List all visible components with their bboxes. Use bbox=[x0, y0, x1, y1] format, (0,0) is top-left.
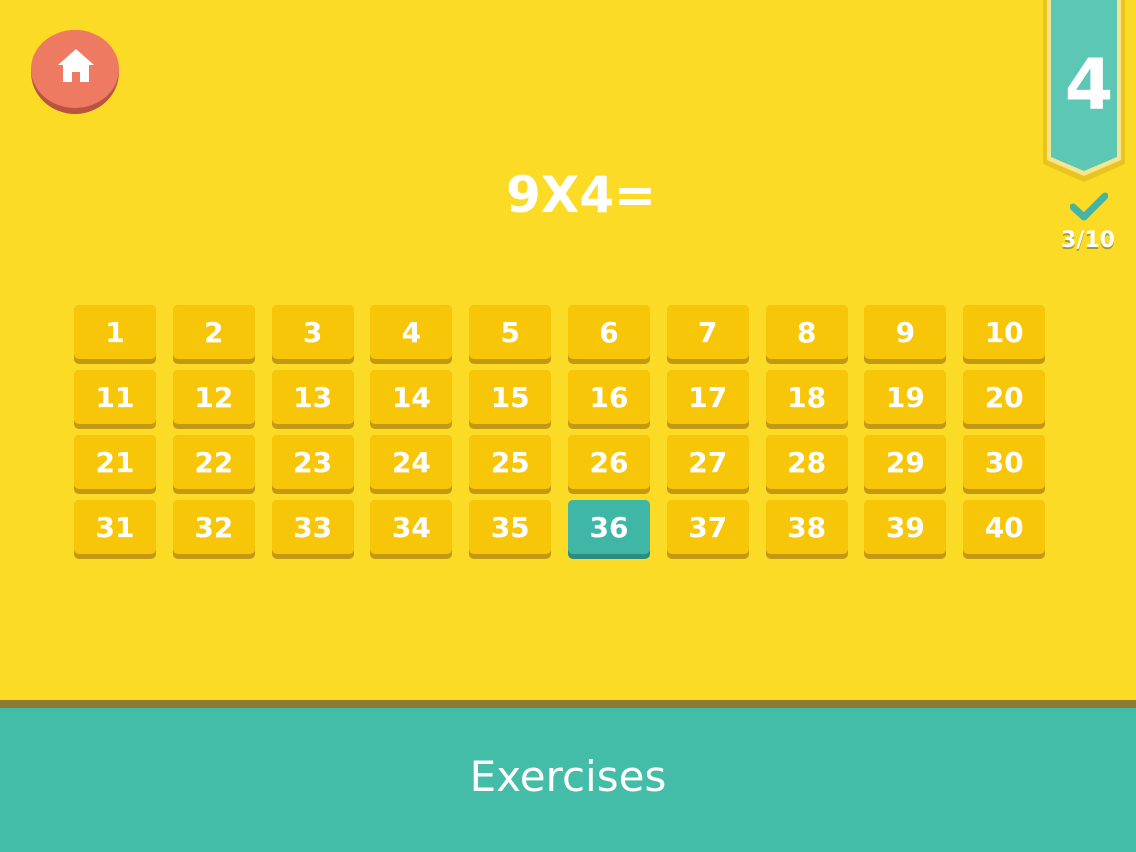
answer-tile-label: 18 bbox=[765, 370, 848, 424]
answer-tile[interactable]: 25 bbox=[469, 435, 552, 494]
answer-tile-label: 23 bbox=[271, 435, 354, 489]
answer-tile-label: 21 bbox=[74, 435, 156, 489]
answer-tile-label: 3 bbox=[271, 305, 354, 359]
answer-tile[interactable]: 36 bbox=[567, 500, 650, 559]
home-icon bbox=[58, 49, 94, 82]
answer-tile[interactable]: 7 bbox=[666, 305, 749, 364]
answer-tile-label: 1 bbox=[74, 305, 156, 359]
answer-tile-label: 14 bbox=[370, 370, 453, 424]
answer-tile-label: 17 bbox=[666, 370, 749, 424]
answer-tile-label: 38 bbox=[765, 500, 848, 554]
answer-tile[interactable]: 11 bbox=[74, 370, 156, 429]
answer-tile-label: 10 bbox=[963, 305, 1046, 359]
answer-tile[interactable]: 8 bbox=[765, 305, 848, 364]
answer-tile-label: 39 bbox=[864, 500, 947, 554]
level-number: 4 bbox=[1064, 44, 1114, 126]
answer-tile-label: 11 bbox=[74, 370, 156, 424]
answer-tile[interactable]: 6 bbox=[567, 305, 650, 364]
answer-tile-label: 19 bbox=[864, 370, 947, 424]
question-text: 9X4= bbox=[505, 166, 657, 224]
answer-tile[interactable]: 21 bbox=[74, 435, 156, 494]
answer-tile-label: 40 bbox=[963, 500, 1046, 554]
answer-tile-label: 31 bbox=[74, 500, 156, 554]
footer-bar: Exercises bbox=[0, 708, 1136, 852]
answer-tile-label: 36 bbox=[567, 500, 650, 554]
answer-tile[interactable]: 40 bbox=[963, 500, 1046, 559]
answer-tile-label: 29 bbox=[864, 435, 947, 489]
home-button[interactable] bbox=[31, 30, 119, 114]
answer-tile[interactable]: 4 bbox=[370, 305, 453, 364]
answer-tile-label: 4 bbox=[370, 305, 453, 359]
answer-tile-label: 15 bbox=[469, 370, 552, 424]
answer-tile[interactable]: 3 bbox=[271, 305, 354, 364]
answer-tile[interactable]: 32 bbox=[172, 500, 255, 559]
answer-tile[interactable]: 38 bbox=[765, 500, 848, 559]
answer-tile-label: 6 bbox=[567, 305, 650, 359]
answer-tile-label: 26 bbox=[567, 435, 650, 489]
answer-tile[interactable]: 27 bbox=[666, 435, 749, 494]
answer-tile[interactable]: 1 bbox=[74, 305, 156, 364]
answer-tile-label: 16 bbox=[567, 370, 650, 424]
answer-tile[interactable]: 26 bbox=[567, 435, 650, 494]
answer-tile[interactable]: 37 bbox=[666, 500, 749, 559]
answer-tile[interactable]: 30 bbox=[963, 435, 1046, 494]
answer-tile-label: 25 bbox=[469, 435, 552, 489]
answer-tile[interactable]: 35 bbox=[469, 500, 552, 559]
answer-tile[interactable]: 20 bbox=[963, 370, 1046, 429]
answer-tile[interactable]: 9 bbox=[864, 305, 947, 364]
answer-tile[interactable]: 19 bbox=[864, 370, 947, 429]
answer-tile[interactable]: 33 bbox=[271, 500, 354, 559]
answer-tile-label: 28 bbox=[765, 435, 848, 489]
check-icon bbox=[1070, 192, 1108, 221]
answer-tile-label: 30 bbox=[963, 435, 1046, 489]
answer-tile[interactable]: 2 bbox=[172, 305, 255, 364]
answer-tile[interactable]: 24 bbox=[370, 435, 453, 494]
answer-tile-label: 7 bbox=[666, 305, 749, 359]
answer-tile-label: 32 bbox=[172, 500, 255, 554]
answer-tile-label: 35 bbox=[469, 500, 552, 554]
answer-tile[interactable]: 17 bbox=[666, 370, 749, 429]
answer-tile[interactable]: 10 bbox=[963, 305, 1046, 364]
answer-tile-label: 5 bbox=[469, 305, 552, 359]
progress-counter: 3/10 bbox=[1061, 228, 1115, 253]
answer-tile-label: 9 bbox=[864, 305, 947, 359]
answer-tile-label: 20 bbox=[963, 370, 1046, 424]
answer-tile[interactable]: 31 bbox=[74, 500, 156, 559]
answer-tile[interactable]: 23 bbox=[271, 435, 354, 494]
answer-tile-label: 22 bbox=[172, 435, 255, 489]
answer-tile-label: 34 bbox=[370, 500, 453, 554]
home-button-face bbox=[31, 30, 119, 108]
answer-tile[interactable]: 28 bbox=[765, 435, 848, 494]
answer-tile-label: 12 bbox=[172, 370, 255, 424]
answer-tile-label: 8 bbox=[765, 305, 848, 359]
answer-tile[interactable]: 34 bbox=[370, 500, 453, 559]
answer-tile-label: 33 bbox=[271, 500, 354, 554]
answer-tile-label: 2 bbox=[172, 305, 255, 359]
footer-title: Exercises bbox=[469, 752, 667, 801]
answer-tile-label: 37 bbox=[666, 500, 749, 554]
answer-tile[interactable]: 22 bbox=[172, 435, 255, 494]
answer-grid: 1 2 3 4 5 6 7 8 9 10 11 12 13 14 15 16 17 18 19 20 21 22 23 24 2… bbox=[74, 305, 1046, 559]
answer-tile[interactable]: 18 bbox=[765, 370, 848, 429]
answer-tile-label: 27 bbox=[666, 435, 749, 489]
answer-tile[interactable]: 14 bbox=[370, 370, 453, 429]
answer-tile-label: 24 bbox=[370, 435, 453, 489]
footer-divider bbox=[0, 700, 1136, 708]
answer-tile[interactable]: 13 bbox=[271, 370, 354, 429]
answer-tile[interactable]: 12 bbox=[172, 370, 255, 429]
answer-tile-label: 13 bbox=[271, 370, 354, 424]
answer-tile[interactable]: 39 bbox=[864, 500, 947, 559]
answer-tile[interactable]: 29 bbox=[864, 435, 947, 494]
answer-tile[interactable]: 15 bbox=[469, 370, 552, 429]
answer-tile[interactable]: 5 bbox=[469, 305, 552, 364]
answer-tile[interactable]: 16 bbox=[567, 370, 650, 429]
